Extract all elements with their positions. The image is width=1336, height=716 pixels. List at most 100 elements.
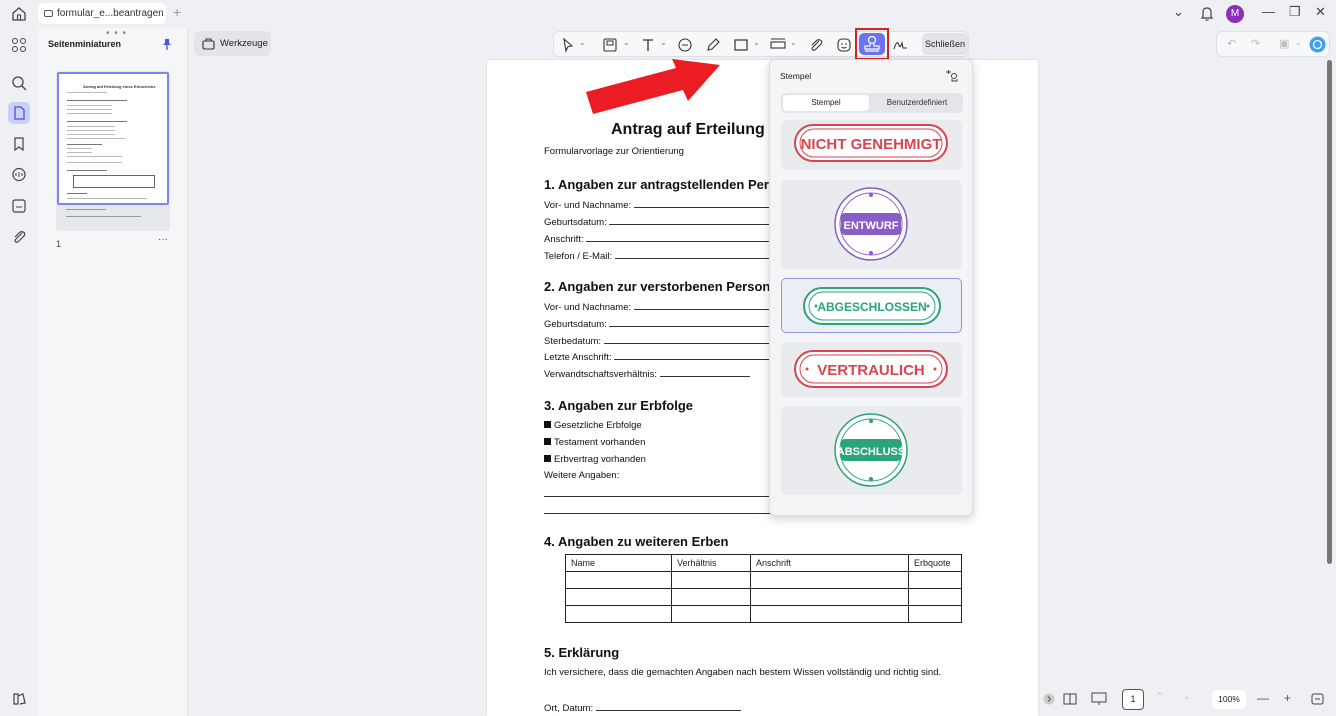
thumbnail-page-number: 1: [56, 239, 62, 249]
thumbnails-button[interactable]: [8, 102, 30, 124]
stamp-panel: Stempel Stempel Benutzerdefiniert NICHT …: [769, 59, 973, 516]
tools-label: Werkzeuge: [220, 38, 268, 49]
manage-stamps-icon[interactable]: [943, 69, 959, 83]
stamp-graphic: ABGESCHLOSSEN: [803, 287, 941, 325]
page-thumbnail[interactable]: Antrag auf Erteilung eines Erbscheins: [56, 71, 170, 231]
annotation-arrow: [586, 59, 720, 114]
presentation-icon[interactable]: [1091, 692, 1107, 706]
sticker-icon[interactable]: [836, 37, 852, 53]
page-number-input[interactable]: 1: [1122, 689, 1144, 710]
avatar[interactable]: M: [1226, 5, 1244, 23]
rectangle-icon[interactable]: [733, 37, 749, 53]
checkbox-option[interactable]: Testament vorhanden: [544, 437, 645, 448]
grid-icon[interactable]: [10, 36, 28, 54]
stamp-graphic: NICHT GENEHMIGT: [794, 124, 948, 162]
redo-icon[interactable]: ↷: [1251, 37, 1260, 50]
chevron-down-icon[interactable]: ⌄: [579, 38, 586, 47]
thumbnail-panel: • • • Seitenminiaturen Antrag auf Erteil…: [38, 28, 188, 716]
thumbnail-preview: Antrag auf Erteilung eines Erbscheins: [57, 72, 169, 205]
chevron-down-icon[interactable]: ⌄: [753, 38, 760, 47]
table-row: [565, 588, 962, 606]
chevron-down-icon[interactable]: ⌄: [660, 38, 667, 47]
stamp-closing[interactable]: ABSCHLUSS: [781, 406, 962, 495]
heirs-table: Name Verhältnis Anschrift Erbquote: [565, 554, 962, 623]
section-heading: 3. Angaben zur Erbfolge: [544, 398, 694, 413]
pen-icon[interactable]: [705, 37, 721, 53]
stamp-tool-button[interactable]: [855, 28, 889, 60]
stamp-not-approved[interactable]: NICHT GENEHMIGT: [781, 120, 962, 170]
zoom-out-button[interactable]: —: [1257, 691, 1269, 705]
chevron-down-icon[interactable]: ⌄: [623, 38, 630, 47]
column-header: Erbquote: [908, 554, 962, 572]
tab-label: formular_e...beantragen: [57, 8, 164, 19]
search-icon[interactable]: [10, 74, 28, 92]
table-row: [565, 605, 962, 623]
section-heading: 1. Angaben zur antragstellenden Per: [544, 177, 769, 192]
restore-button[interactable]: ❐: [1289, 4, 1301, 20]
checkbox-option[interactable]: Gesetzliche Erbfolge: [544, 420, 642, 431]
select-arrow-icon[interactable]: [560, 37, 576, 53]
document-subtitle: Formularvorlage zur Orientierung: [544, 146, 684, 157]
stamp-tab-switch: Stempel Benutzerdefiniert: [781, 93, 963, 113]
expand-icon[interactable]: [1043, 693, 1055, 705]
page-icon: [14, 106, 25, 120]
document-title: Antrag auf Erteilung: [611, 121, 765, 138]
panel-title: Seitenminiaturen: [48, 39, 122, 49]
form-field-label: Weitere Angaben:: [544, 470, 620, 481]
minimize-button[interactable]: —: [1262, 4, 1275, 19]
fit-page-icon[interactable]: [1311, 693, 1324, 705]
close-window-button[interactable]: ✕: [1315, 4, 1326, 20]
column-header: Name: [565, 554, 672, 572]
signature-icon[interactable]: [892, 37, 908, 53]
undo-icon[interactable]: ↶: [1227, 37, 1236, 50]
form-icon[interactable]: [10, 197, 28, 215]
declaration-text: Ich versichere, dass die gemachten Angab…: [544, 667, 942, 678]
tab-stamps[interactable]: Stempel: [783, 95, 869, 111]
form-field-label: Vor- und Nachname:: [544, 199, 774, 211]
paperclip-icon[interactable]: [10, 228, 28, 246]
drag-handle[interactable]: • • •: [106, 28, 127, 39]
attachment-icon[interactable]: [808, 37, 824, 53]
thumbnail-more-button[interactable]: ···: [158, 234, 168, 245]
chevron-down-icon[interactable]: ⌄: [790, 38, 797, 47]
chevron-down-icon[interactable]: ⌄: [1183, 691, 1191, 702]
stamp-completed[interactable]: ABGESCHLOSSEN: [781, 278, 962, 333]
form-field-label: Anschrift:: [544, 233, 777, 245]
chevron-down-icon[interactable]: ⌄: [1295, 38, 1302, 47]
save-icon[interactable]: ▣: [1279, 37, 1289, 50]
stamp-draft[interactable]: ENTWURF: [781, 180, 962, 269]
comment-bubble-icon[interactable]: [677, 37, 693, 53]
layers-icon[interactable]: [10, 690, 28, 708]
home-icon[interactable]: [10, 5, 28, 23]
bookmark-icon[interactable]: [10, 135, 28, 153]
text-icon[interactable]: [640, 37, 656, 53]
chevron-down-icon[interactable]: ⌄: [1173, 4, 1184, 20]
reading-mode-icon[interactable]: [1063, 693, 1077, 705]
history-toolbar: ↶ ↷ ▣ ⌄: [1216, 31, 1330, 57]
form-field-label: Telefon / E-Mail:: [544, 250, 775, 262]
chevron-up-icon[interactable]: ⌃: [1156, 691, 1164, 702]
document-tab[interactable]: formular_e...beantragen: [38, 3, 166, 24]
checkbox-option[interactable]: Erbvertrag vorhanden: [544, 454, 646, 465]
tools-button[interactable]: Werkzeuge: [194, 31, 271, 56]
stamp-icon: [864, 35, 880, 52]
pin-icon[interactable]: [162, 38, 172, 50]
close-toolbar-button[interactable]: Schließen: [922, 33, 968, 55]
new-tab-button[interactable]: +: [173, 4, 181, 20]
left-icon-rail: [0, 28, 38, 716]
thumbnail-title: Antrag auf Erteilung eines Erbscheins: [83, 84, 156, 89]
bell-icon[interactable]: [1200, 6, 1214, 21]
tab-custom[interactable]: Benutzerdefiniert: [873, 95, 961, 111]
measure-icon[interactable]: [770, 37, 786, 53]
stamp-confidential[interactable]: VERTRAULICH: [781, 342, 962, 397]
vertical-scrollbar[interactable]: [1327, 60, 1332, 564]
zoom-in-button[interactable]: +: [1284, 691, 1291, 705]
text-box-icon[interactable]: [602, 37, 618, 53]
comment-icon[interactable]: [10, 166, 28, 184]
ai-assistant-icon[interactable]: [1309, 36, 1326, 53]
form-field-label: Sterbedatum:: [544, 335, 774, 347]
zoom-level[interactable]: 100%: [1212, 690, 1246, 709]
column-header: Verhältnis: [671, 554, 751, 572]
section-heading: 4. Angaben zu weiteren Erben: [544, 534, 729, 549]
annotation-toolbar: ⌄ ⌄ ⌄ ⌄ ⌄: [553, 31, 969, 57]
